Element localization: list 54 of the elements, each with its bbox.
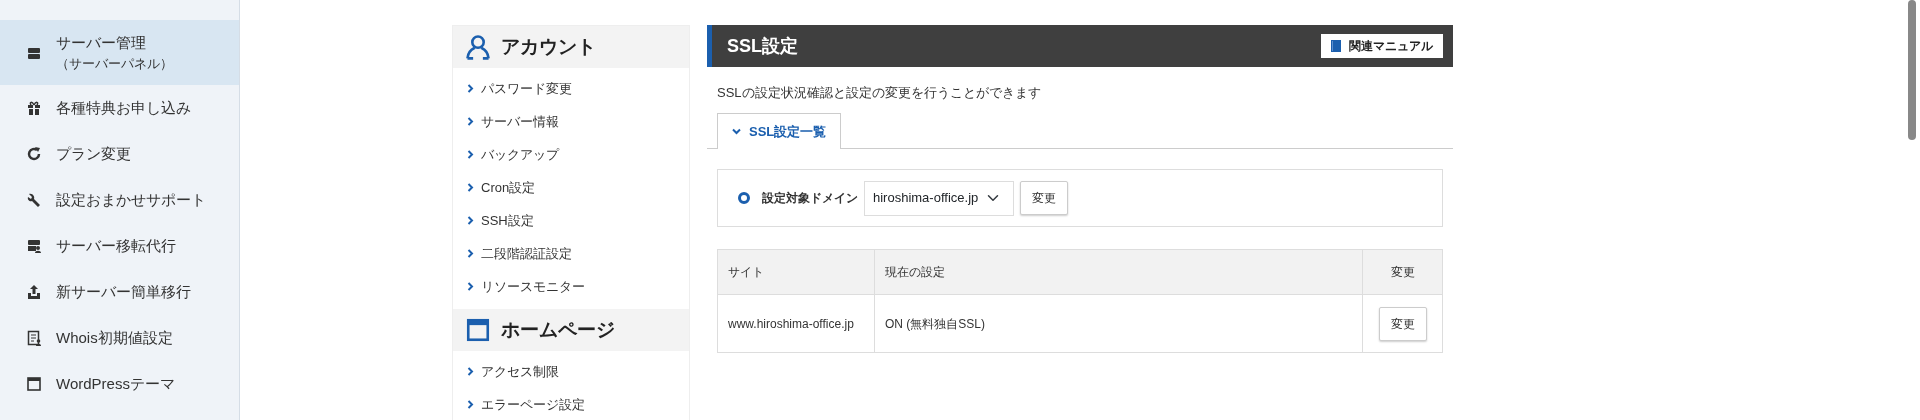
- chevron-icon: [467, 150, 474, 159]
- sidebar-item[interactable]: プラン変更: [0, 131, 239, 177]
- column-header: 変更: [1362, 249, 1443, 295]
- column-header: サイト: [717, 249, 875, 295]
- server-person-icon: [26, 238, 42, 254]
- radio-button[interactable]: [738, 192, 750, 204]
- chevron-icon: [467, 367, 474, 376]
- menu-link[interactable]: サーバー情報: [453, 105, 689, 138]
- sidebar-item[interactable]: 新サーバー簡単移行: [0, 269, 239, 315]
- domain-label: 設定対象ドメイン: [762, 190, 858, 207]
- sidebar-item[interactable]: 各種特典お申し込み: [0, 85, 239, 131]
- change-button[interactable]: 変更: [1378, 306, 1427, 341]
- window-icon: [465, 317, 491, 343]
- menu-link[interactable]: アクセス制限: [453, 355, 689, 388]
- upload-icon: [26, 284, 42, 300]
- book-icon: [1331, 40, 1341, 52]
- window-icon: [26, 376, 42, 392]
- refresh-icon: [26, 146, 42, 162]
- chevron-icon: [467, 282, 474, 291]
- chevron-icon: [467, 216, 474, 225]
- wrench-icon: [26, 192, 42, 208]
- change-button[interactable]: 変更: [1020, 181, 1068, 215]
- gift-icon: [26, 100, 42, 116]
- menu-link[interactable]: Cron設定: [453, 171, 689, 204]
- page-title: SSL設定: [727, 34, 798, 58]
- menu-section-header: ホームページ: [453, 309, 689, 351]
- menu-link[interactable]: 二段階認証設定: [453, 237, 689, 270]
- description-text: SSLの設定状況確認と設定の変更を行うことができます: [717, 84, 1042, 102]
- sidebar-item[interactable]: サーバー管理 （サーバーパネル）: [0, 20, 239, 85]
- chevron-icon: [732, 127, 741, 135]
- chevron-icon: [467, 84, 474, 93]
- menu-link[interactable]: SSH設定: [453, 204, 689, 237]
- sidebar-item[interactable]: 設定おまかせサポート: [0, 177, 239, 223]
- chevron-icon: [467, 183, 474, 192]
- sidebar-item[interactable]: WordPressテーマ: [0, 361, 239, 407]
- chevron-icon: [467, 249, 474, 258]
- column-header: 現在の設定: [874, 249, 1363, 295]
- sidebar-item[interactable]: サーバー移転代行: [0, 223, 239, 269]
- chevron-icon: [467, 400, 474, 409]
- sidebar-item[interactable]: Whois初期値設定: [0, 315, 239, 361]
- person-icon: [465, 34, 491, 60]
- document-icon: [26, 330, 42, 346]
- scrollbar-thumb[interactable]: [1908, 0, 1916, 140]
- menu-link[interactable]: エラーページ設定: [453, 388, 689, 420]
- menu-link[interactable]: パスワード変更: [453, 72, 689, 105]
- manual-button[interactable]: 関連マニュアル: [1321, 34, 1443, 58]
- menu-section-header: アカウント: [453, 26, 689, 68]
- chevron-icon: [467, 117, 474, 126]
- table-cell: ON (無料独自SSL): [874, 294, 1363, 353]
- domain-select[interactable]: hiroshima-office.jp: [864, 180, 1014, 216]
- menu-link[interactable]: バックアップ: [453, 138, 689, 171]
- tab[interactable]: SSL設定一覧: [717, 112, 842, 149]
- table-cell: www.hiroshima-office.jp: [717, 294, 875, 353]
- menu-link[interactable]: リソースモニター: [453, 270, 689, 303]
